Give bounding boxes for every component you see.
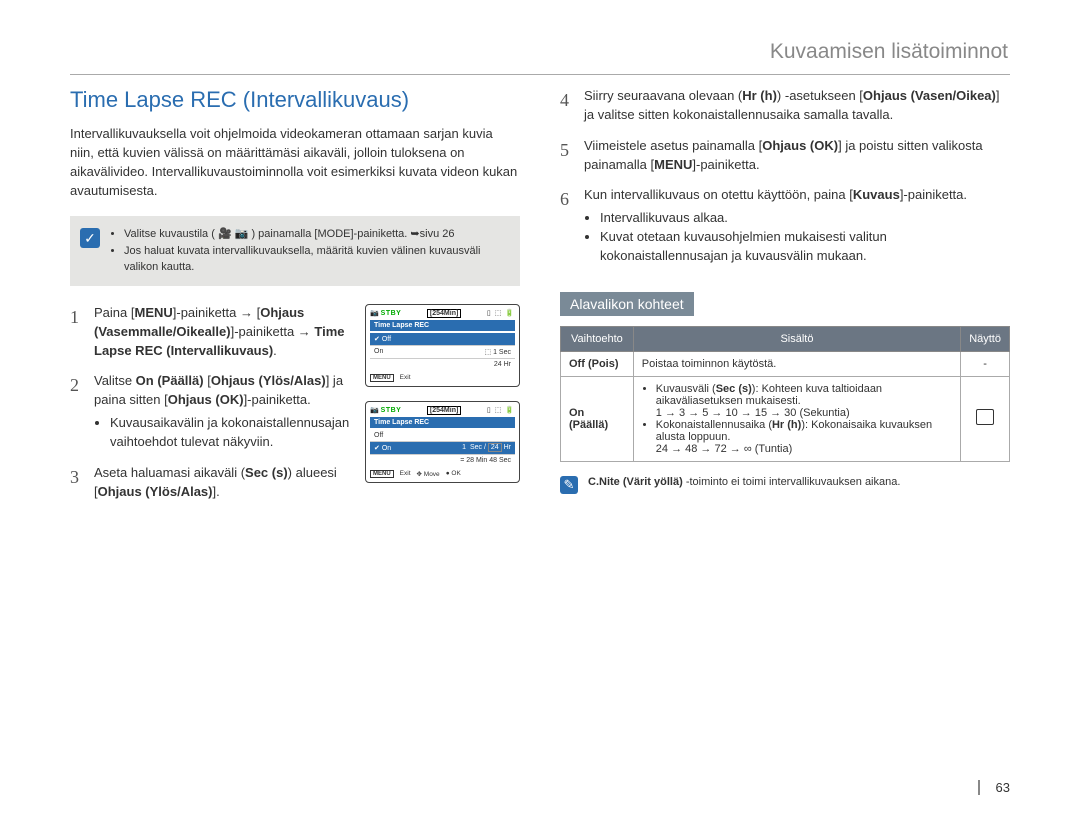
cell-display bbox=[961, 376, 1010, 461]
stby-label: STBY bbox=[381, 310, 402, 317]
note-list: Valitse kuvaustila ( 🎥 📷 ) painamalla [M… bbox=[110, 226, 510, 276]
step-text: Siirry seuraavana olevaan (Hr (h)) -aset… bbox=[584, 87, 1010, 125]
menu-button-icon: MENU bbox=[370, 470, 394, 478]
section-title: Time Lapse REC (Intervallikuvaus) bbox=[70, 87, 520, 113]
calc-row: = 28 Min 48 Sec bbox=[370, 455, 515, 466]
step-text: Aseta haluamasi aikaväli (Sec (s)) aluee… bbox=[94, 464, 353, 502]
menu-title: Time Lapse REC bbox=[370, 417, 515, 428]
footnote-text: C.Nite (Värit yöllä) -toiminto ei toimi … bbox=[588, 476, 900, 488]
cell-option: Off (Pois) bbox=[561, 351, 634, 376]
subhead-submenu: Alavalikon kohteet bbox=[560, 292, 694, 316]
th-option: Vaihtoehto bbox=[561, 326, 634, 351]
hr-value: 24 bbox=[488, 443, 502, 452]
intro-paragraph: Intervallikuvauksella voit ohjelmoida vi… bbox=[70, 125, 520, 200]
step-text: Kun intervallikuvaus on otettu käyttöön,… bbox=[584, 186, 1010, 265]
cell-display: - bbox=[961, 351, 1010, 376]
breadcrumb: Kuvaamisen lisätoiminnot bbox=[70, 40, 1010, 64]
remaining-time: [254Min] bbox=[427, 309, 461, 318]
status-icons: ▯ ⬚ 🔋 bbox=[487, 406, 515, 414]
step-sub-item: Kuvausaikavälin ja kokonaistallennusajan… bbox=[110, 414, 353, 452]
stby-label: STBY bbox=[381, 407, 402, 414]
check-icon: ✓ bbox=[80, 228, 100, 248]
cell-content: Poistaa toiminnon käytöstä. bbox=[633, 351, 960, 376]
timelapse-icon bbox=[976, 409, 994, 425]
step-6: 6 Kun intervallikuvaus on otettu käyttöö… bbox=[560, 186, 1010, 265]
camera-screen-2: 📷 STBY [254Min] ▯ ⬚ 🔋 Time Lapse REC Off… bbox=[365, 401, 520, 483]
step-5: 5 Viimeistele asetus painamalla [Ohjaus … bbox=[560, 137, 1010, 175]
step-text: Valitse On (Päällä) [Ohjaus (Ylös/Alas)]… bbox=[94, 372, 353, 451]
menu-row-on: ✔ On 1 Sec / 24 Hr bbox=[370, 442, 515, 455]
step-text: Paina [MENU]-painiketta → [Ohjaus (Vasem… bbox=[94, 304, 353, 361]
page-number: 63 bbox=[978, 780, 1010, 795]
note-item: Jos haluat kuvata intervallikuvauksella,… bbox=[124, 243, 510, 276]
menu-row-blank: 24 Hr bbox=[370, 359, 515, 370]
step-sub-item: Kuvat otetaan kuvausohjelmien mukaisesti… bbox=[600, 228, 1010, 266]
table-row: On (Päällä) Kuvausväli (Sec (s)): Kohtee… bbox=[561, 376, 1010, 461]
header-rule bbox=[70, 74, 1010, 75]
info-icon: ✎ bbox=[560, 476, 578, 494]
cell-content: Kuvausväli (Sec (s)): Kohteen kuva talti… bbox=[633, 376, 960, 461]
cell-option: On (Päällä) bbox=[561, 376, 634, 461]
step-1: 1 Paina [MENU]-painiketta → [Ohjaus (Vas… bbox=[70, 304, 353, 361]
footnote: ✎ C.Nite (Värit yöllä) -toiminto ei toim… bbox=[560, 476, 1010, 494]
move-label: Move bbox=[424, 471, 440, 478]
step-sub-item: Intervallikuvaus alkaa. bbox=[600, 209, 1010, 228]
step-2: 2 Valitse On (Päällä) [Ohjaus (Ylös/Alas… bbox=[70, 372, 353, 451]
options-table: Vaihtoehto Sisältö Näyttö Off (Pois) Poi… bbox=[560, 326, 1010, 462]
step-number: 5 bbox=[560, 137, 574, 175]
step-3: 3 Aseta haluamasi aikaväli (Sec (s)) alu… bbox=[70, 464, 353, 502]
ok-label: OK bbox=[451, 470, 460, 477]
sec-value: 1 bbox=[460, 444, 468, 451]
note-box: ✓ Valitse kuvaustila ( 🎥 📷 ) painamalla … bbox=[70, 216, 520, 286]
th-content: Sisältö bbox=[633, 326, 960, 351]
exit-label: Exit bbox=[400, 374, 411, 382]
step-number: 6 bbox=[560, 186, 574, 265]
step-text: Viimeistele asetus painamalla [Ohjaus (O… bbox=[584, 137, 1010, 175]
menu-title: Time Lapse REC bbox=[370, 320, 515, 331]
camera-screen-1: 📷 STBY [254Min] ▯ ⬚ 🔋 Time Lapse REC ✔ O… bbox=[365, 304, 520, 387]
table-row: Off (Pois) Poistaa toiminnon käytöstä. - bbox=[561, 351, 1010, 376]
step-number: 3 bbox=[70, 464, 84, 502]
remaining-time: [254Min] bbox=[427, 406, 461, 415]
menu-button-icon: MENU bbox=[370, 374, 394, 382]
menu-row-on: On ⬚ 1 Sec bbox=[370, 346, 515, 359]
step-number: 4 bbox=[560, 87, 574, 125]
step-4: 4 Siirry seuraavana olevaan (Hr (h)) -as… bbox=[560, 87, 1010, 125]
menu-row-off: Off bbox=[370, 430, 515, 442]
menu-row-off: ✔ Off bbox=[370, 333, 515, 346]
exit-label: Exit bbox=[400, 470, 411, 478]
note-item: Valitse kuvaustila ( 🎥 📷 ) painamalla [M… bbox=[124, 226, 510, 243]
th-display: Näyttö bbox=[961, 326, 1010, 351]
step-number: 1 bbox=[70, 304, 84, 361]
status-icons: ▯ ⬚ 🔋 bbox=[487, 309, 515, 317]
step-number: 2 bbox=[70, 372, 84, 451]
